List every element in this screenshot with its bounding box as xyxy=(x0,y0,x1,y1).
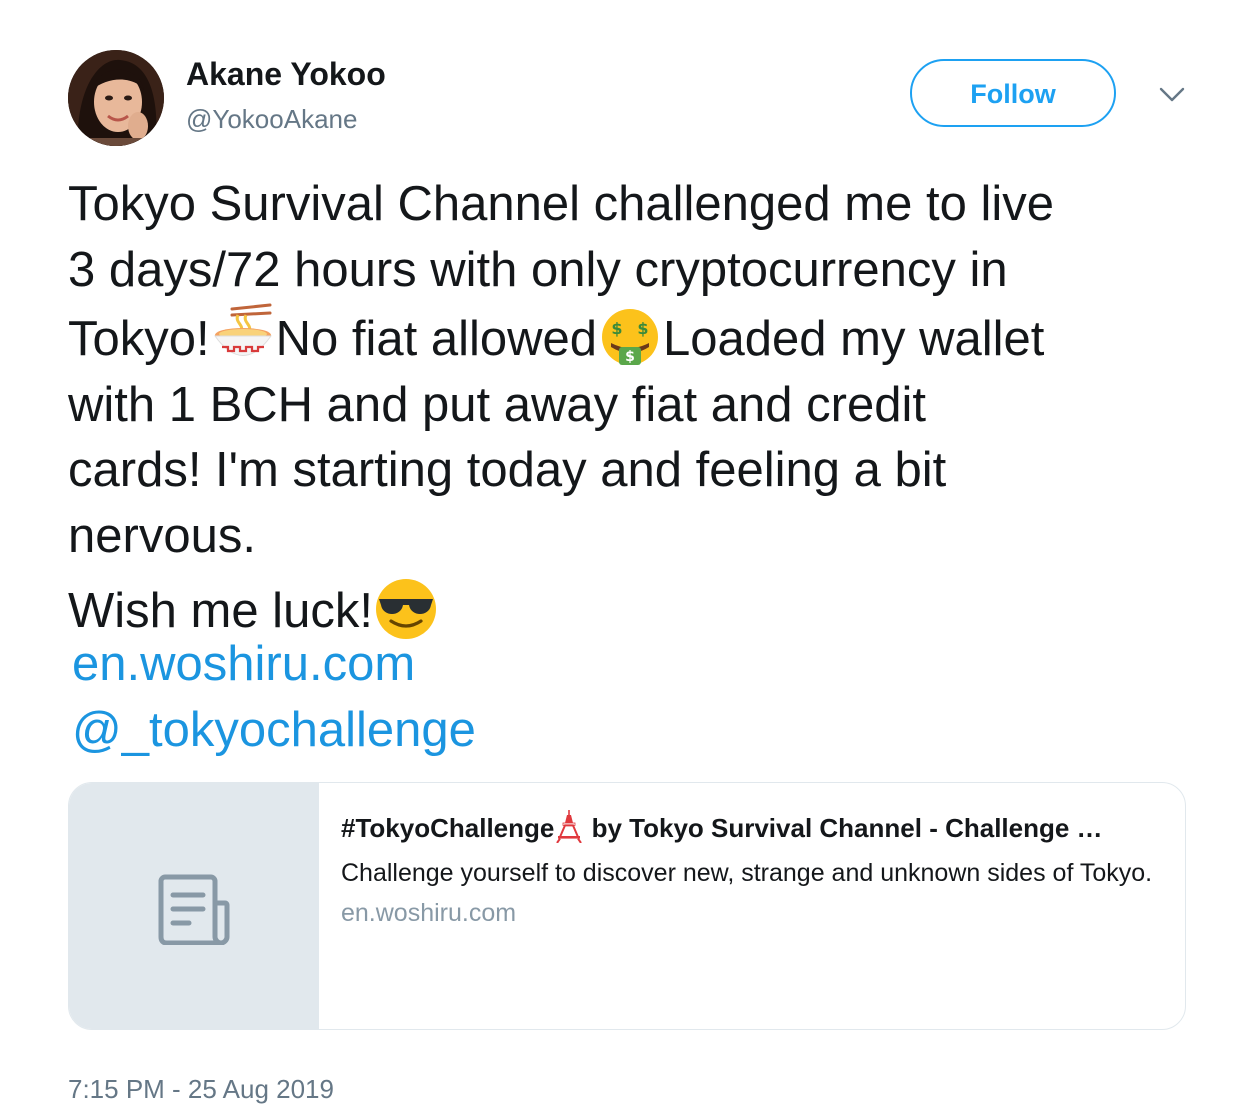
tweet-line: cards! I'm starting today and feeling a … xyxy=(68,443,947,497)
tweet-text-fragment: No fiat allowed xyxy=(275,312,598,366)
money-mouth-face-emoji: $ $ $ xyxy=(597,303,663,369)
tweet-link-url[interactable]: en.woshiru.com xyxy=(72,636,415,692)
avatar[interactable] xyxy=(68,50,164,146)
card-domain: en.woshiru.com xyxy=(341,899,517,927)
user-handle[interactable]: @YokooAkane xyxy=(186,104,357,135)
document-icon xyxy=(158,874,230,945)
tweet-line: with 1 BCH and put away fiat and credit xyxy=(68,377,926,432)
tweet-link-mention[interactable]: @_tokyochallenge xyxy=(72,702,476,758)
tweet-timestamp[interactable]: 7:15 PM - 25 Aug 2019 xyxy=(68,1074,334,1105)
svg-text:$: $ xyxy=(611,319,622,338)
tweet-line: nervous. xyxy=(68,508,256,563)
tokyo-tower-emoji xyxy=(554,809,584,844)
card-thumbnail xyxy=(69,783,319,1029)
card-description: Challenge yourself to discover new, stra… xyxy=(341,859,1153,887)
ramen-bowl-emoji xyxy=(210,303,276,369)
tweet-text-fragment: Wish me luck! xyxy=(68,584,373,638)
tweet-text: Tokyo Survival Channel challenged me to … xyxy=(68,172,1218,645)
card-title-hashtag: #TokyoChallenge xyxy=(341,813,555,843)
tweet-text-fragment: Tokyo! xyxy=(68,312,210,366)
card-title: #TokyoChallenge by Tokyo Survival Channe… xyxy=(341,809,1161,845)
tweet-line-emoji: Wish me luck! xyxy=(68,575,1218,645)
tweet-line: 3 days/72 hours with only cryptocurrency… xyxy=(68,242,1008,297)
card-title-text: by Tokyo Survival Channel - Challenge … xyxy=(584,813,1103,843)
svg-text:$: $ xyxy=(625,349,635,365)
tweet-line: Tokyo Survival Channel challenged me to … xyxy=(68,177,1054,231)
link-preview-card[interactable]: #TokyoChallenge by Tokyo Survival Channe… xyxy=(68,782,1186,1030)
card-body: #TokyoChallenge by Tokyo Survival Channe… xyxy=(341,809,1161,928)
follow-button[interactable]: Follow xyxy=(910,59,1116,127)
svg-text:$: $ xyxy=(637,319,648,338)
chevron-down-icon[interactable] xyxy=(1158,84,1186,104)
tweet: Akane Yokoo @YokooAkane Follow Tokyo Sur… xyxy=(0,0,1248,1120)
smiling-face-with-sunglasses-emoji xyxy=(373,575,439,641)
tweet-text-fragment: Loaded my wallet xyxy=(663,312,1045,366)
tweet-line-emoji: Tokyo! No fiat allowed $ $ $ Loaded my w… xyxy=(68,303,1218,373)
display-name[interactable]: Akane Yokoo xyxy=(186,56,386,93)
